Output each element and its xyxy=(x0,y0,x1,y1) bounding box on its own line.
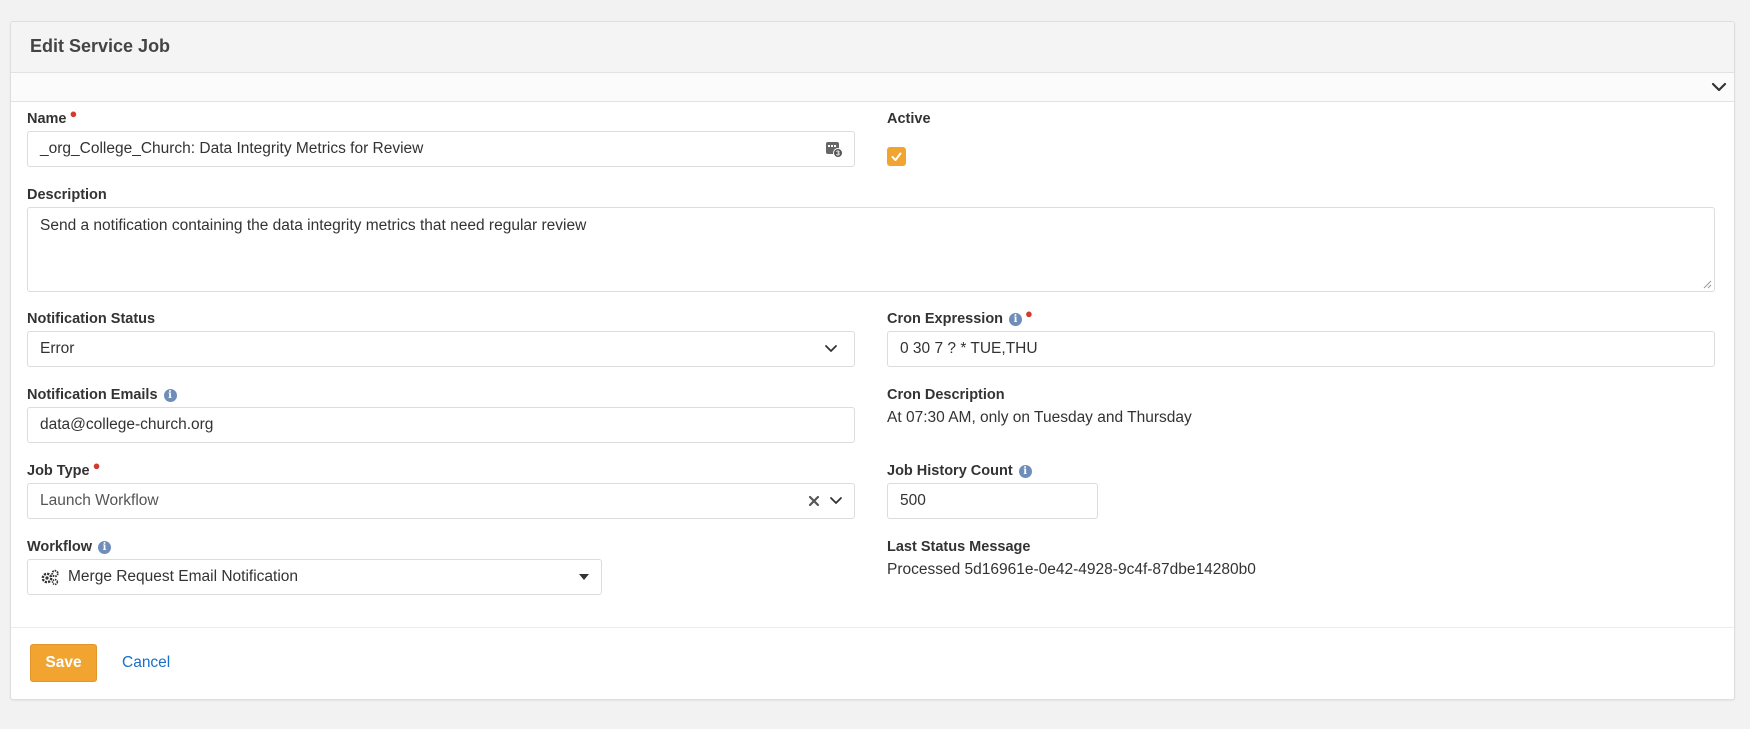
footer-divider xyxy=(11,627,1734,628)
name-input[interactable]: _org_College_Church: Data Integrity Metr… xyxy=(27,131,855,167)
cron-expression-label: Cron Expression i ● xyxy=(887,306,1033,327)
save-button[interactable]: Save xyxy=(30,644,97,682)
info-icon[interactable]: i xyxy=(97,541,111,554)
name-label: Name ● xyxy=(27,106,78,127)
active-checkbox[interactable] xyxy=(887,147,906,166)
panel-heading: Edit Service Job xyxy=(11,22,1734,73)
resize-grip-icon[interactable] xyxy=(1703,280,1712,289)
cancel-button[interactable]: Cancel xyxy=(122,644,170,682)
gears-icon xyxy=(41,569,59,586)
merge-field-icon[interactable]: 3 xyxy=(825,140,843,158)
workflow-label: Workflow i xyxy=(27,539,111,555)
job-history-count-input[interactable]: 500 xyxy=(887,483,1098,519)
cron-description-value: At 07:30 AM, only on Tuesday and Thursda… xyxy=(887,409,1192,426)
last-status-message-value: Processed 5d16961e-0e42-4928-9c4f-87dbe1… xyxy=(887,561,1256,578)
description-label: Description xyxy=(27,187,107,203)
panel-title: Edit Service Job xyxy=(30,36,171,56)
caret-down-icon xyxy=(579,574,589,580)
required-indicator: ● xyxy=(92,458,101,473)
cron-description-label: Cron Description xyxy=(887,387,1005,403)
job-history-count-label: Job History Count i xyxy=(887,463,1032,479)
info-icon[interactable]: i xyxy=(163,389,177,402)
panel-drawer xyxy=(11,73,1734,102)
description-textarea[interactable]: Send a notification containing the data … xyxy=(27,207,1715,292)
chevron-down-icon xyxy=(830,497,842,504)
checkmark-icon xyxy=(891,152,902,161)
chevron-down-icon[interactable] xyxy=(1710,78,1728,96)
info-icon[interactable]: i xyxy=(1018,465,1032,478)
required-indicator: ● xyxy=(69,106,78,121)
notification-status-select[interactable]: Error xyxy=(27,331,855,367)
workflow-picker[interactable]: Merge Request Email Notification xyxy=(27,559,602,595)
last-status-message-label: Last Status Message xyxy=(887,539,1031,555)
cron-expression-input[interactable]: 0 30 7 ? * TUE,THU xyxy=(887,331,1715,367)
job-type-select[interactable]: Launch Workflow xyxy=(27,483,855,519)
active-label: Active xyxy=(887,111,931,127)
chevron-down-icon xyxy=(825,345,837,352)
notification-status-label: Notification Status xyxy=(27,311,156,327)
service-job-panel: Edit Service Job Name ● _org_College_Chur… xyxy=(10,21,1735,700)
notification-emails-input[interactable]: data@college-church.org xyxy=(27,407,855,443)
job-type-label: Job Type ● xyxy=(27,458,101,479)
close-icon[interactable] xyxy=(808,495,820,507)
required-indicator: ● xyxy=(1025,306,1033,321)
notification-emails-label: Notification Emails i xyxy=(27,387,177,403)
info-icon[interactable]: i xyxy=(1009,313,1023,326)
svg-text:3: 3 xyxy=(836,151,840,158)
